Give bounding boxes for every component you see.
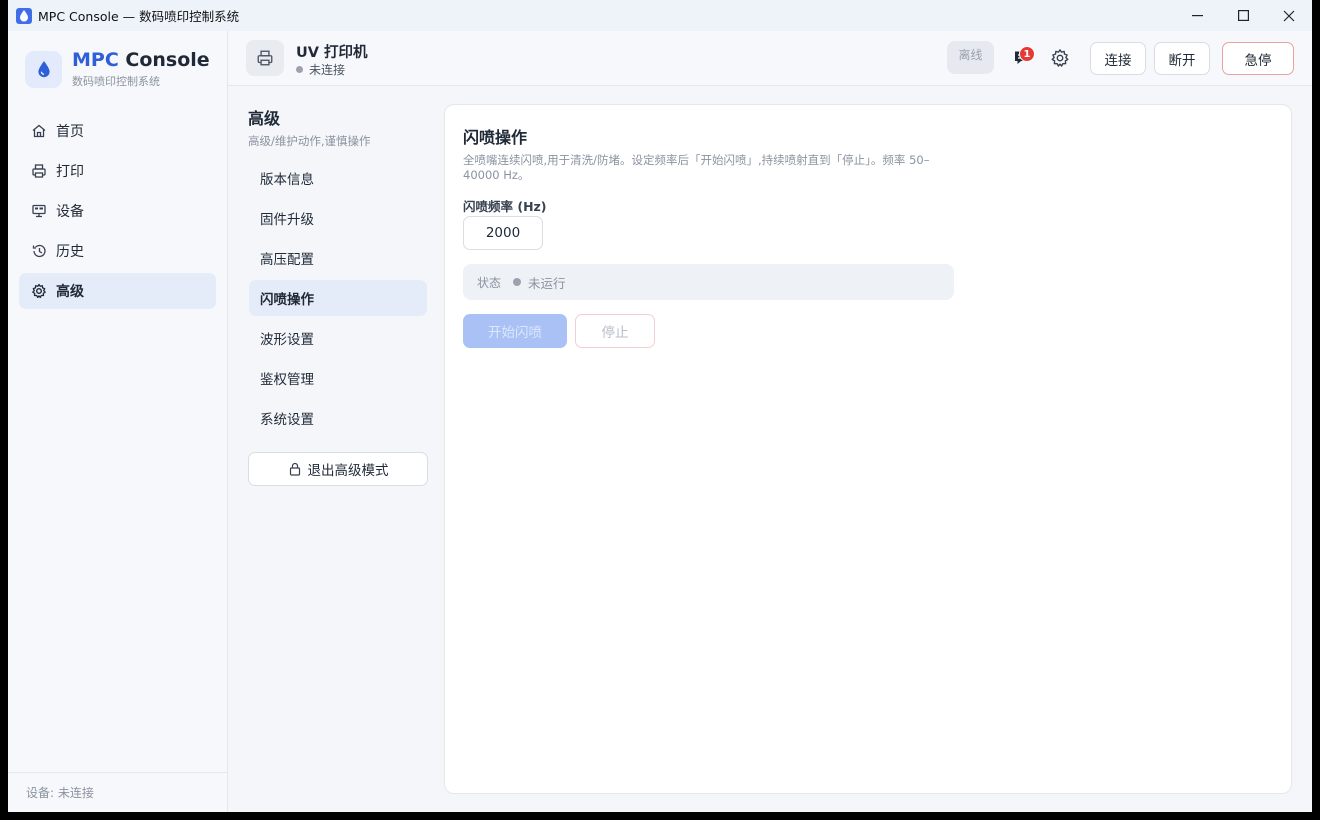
device-name: UV 打印机 — [296, 45, 368, 61]
sidebar-item-print[interactable]: 打印 — [19, 153, 216, 189]
subnav-item-firmware-upgrade[interactable]: 固件升级 — [249, 200, 427, 236]
device-printer-icon — [246, 40, 284, 76]
sidebar: MPC Console 数码喷印控制系统 首页 打印 设备 历史 高级 设备: … — [8, 31, 228, 812]
subnav-description: 高级/维护动作,谨慎操作 — [248, 134, 371, 148]
lock-icon — [288, 462, 302, 476]
sidebar-item-label: 打印 — [56, 164, 84, 180]
settings-gear-icon[interactable] — [1050, 48, 1070, 68]
sidebar-item-label: 历史 — [56, 244, 84, 260]
minimize-icon[interactable] — [1174, 0, 1220, 31]
app-logo-icon — [16, 7, 32, 24]
subnav-item-version-info[interactable]: 版本信息 — [249, 160, 427, 196]
status-indicator-dot — [513, 278, 522, 286]
subnav-item-waveform[interactable]: 波形设置 — [249, 320, 427, 356]
sidebar-item-label: 高级 — [56, 284, 84, 300]
close-icon[interactable] — [1266, 0, 1312, 31]
sidebar-item-device[interactable]: 设备 — [19, 193, 216, 229]
sidebar-item-history[interactable]: 历史 — [19, 233, 216, 269]
main-nav: 首页 打印 设备 历史 高级 — [19, 113, 216, 313]
disconnect-button[interactable]: 断开 — [1154, 42, 1210, 75]
exit-advanced-label: 退出高级模式 — [307, 463, 389, 479]
subnav-title: 高级 — [248, 109, 281, 128]
window-title: MPC Console — 数码喷印控制系统 — [38, 9, 240, 24]
subnav-item-system-settings[interactable]: 系统设置 — [249, 400, 427, 436]
subnav-item-high-voltage[interactable]: 高压配置 — [249, 240, 427, 276]
advanced-subnav: 版本信息 固件升级 高压配置 闪喷操作 波形设置 鉴权管理 系统设置 — [249, 160, 427, 440]
status-label: 状态 — [477, 275, 502, 290]
stop-button[interactable]: 停止 — [575, 314, 655, 348]
top-header: UV 打印机 未连接 离线 1 连接 断开 急停 — [228, 31, 1312, 86]
printer-icon — [30, 162, 48, 180]
brand-subtitle: 数码喷印控制系统 — [72, 75, 160, 88]
device-status: 未连接 — [296, 61, 345, 78]
gear-icon — [30, 282, 48, 300]
brand-name: MPC Console — [72, 49, 210, 71]
app-window: MPC Console — 数码喷印控制系统 MPC Console 数码喷印控… — [0, 0, 1320, 812]
connect-button[interactable]: 连接 — [1090, 42, 1146, 75]
flash-spray-card: 闪喷操作 全喷嘴连续闪喷,用于清洗/防堵。设定频率后「开始闪喷」,持续喷射直到「… — [444, 104, 1292, 794]
status-dot — [296, 66, 303, 73]
offline-badge: 离线 — [947, 41, 994, 74]
start-flash-button[interactable]: 开始闪喷 — [463, 314, 567, 348]
exit-advanced-button[interactable]: 退出高级模式 — [248, 452, 428, 486]
brand-logo-icon — [25, 50, 62, 88]
maximize-icon[interactable] — [1220, 0, 1266, 31]
frequency-input[interactable] — [463, 216, 543, 250]
sidebar-item-label: 设备 — [56, 204, 84, 220]
history-icon — [30, 242, 48, 260]
subnav-item-auth[interactable]: 鉴权管理 — [249, 360, 427, 396]
frequency-label: 闪喷频率 (Hz) — [463, 199, 547, 214]
notification-badge: 1 — [1019, 46, 1035, 62]
window-border-left — [0, 0, 8, 820]
sidebar-item-label: 首页 — [56, 124, 84, 140]
card-title: 闪喷操作 — [463, 128, 528, 147]
sidebar-item-home[interactable]: 首页 — [19, 113, 216, 149]
sidebar-item-advanced[interactable]: 高级 — [19, 273, 216, 309]
subnav-item-flash-spray[interactable]: 闪喷操作 — [249, 280, 427, 316]
window-border-right — [1312, 0, 1320, 820]
status-bar: 状态 未运行 — [463, 264, 954, 300]
title-bar: MPC Console — 数码喷印控制系统 — [0, 0, 1320, 31]
status-value: 未运行 — [528, 275, 566, 291]
home-icon — [30, 122, 48, 140]
brand: MPC Console 数码喷印控制系统 — [25, 49, 210, 89]
emergency-stop-button[interactable]: 急停 — [1222, 42, 1294, 75]
card-description: 全喷嘴连续闪喷,用于清洗/防堵。设定频率后「开始闪喷」,持续喷射直到「停止」。频… — [463, 153, 930, 182]
device-connection-footer: 设备: 未连接 — [8, 772, 227, 812]
device-icon — [30, 202, 48, 220]
